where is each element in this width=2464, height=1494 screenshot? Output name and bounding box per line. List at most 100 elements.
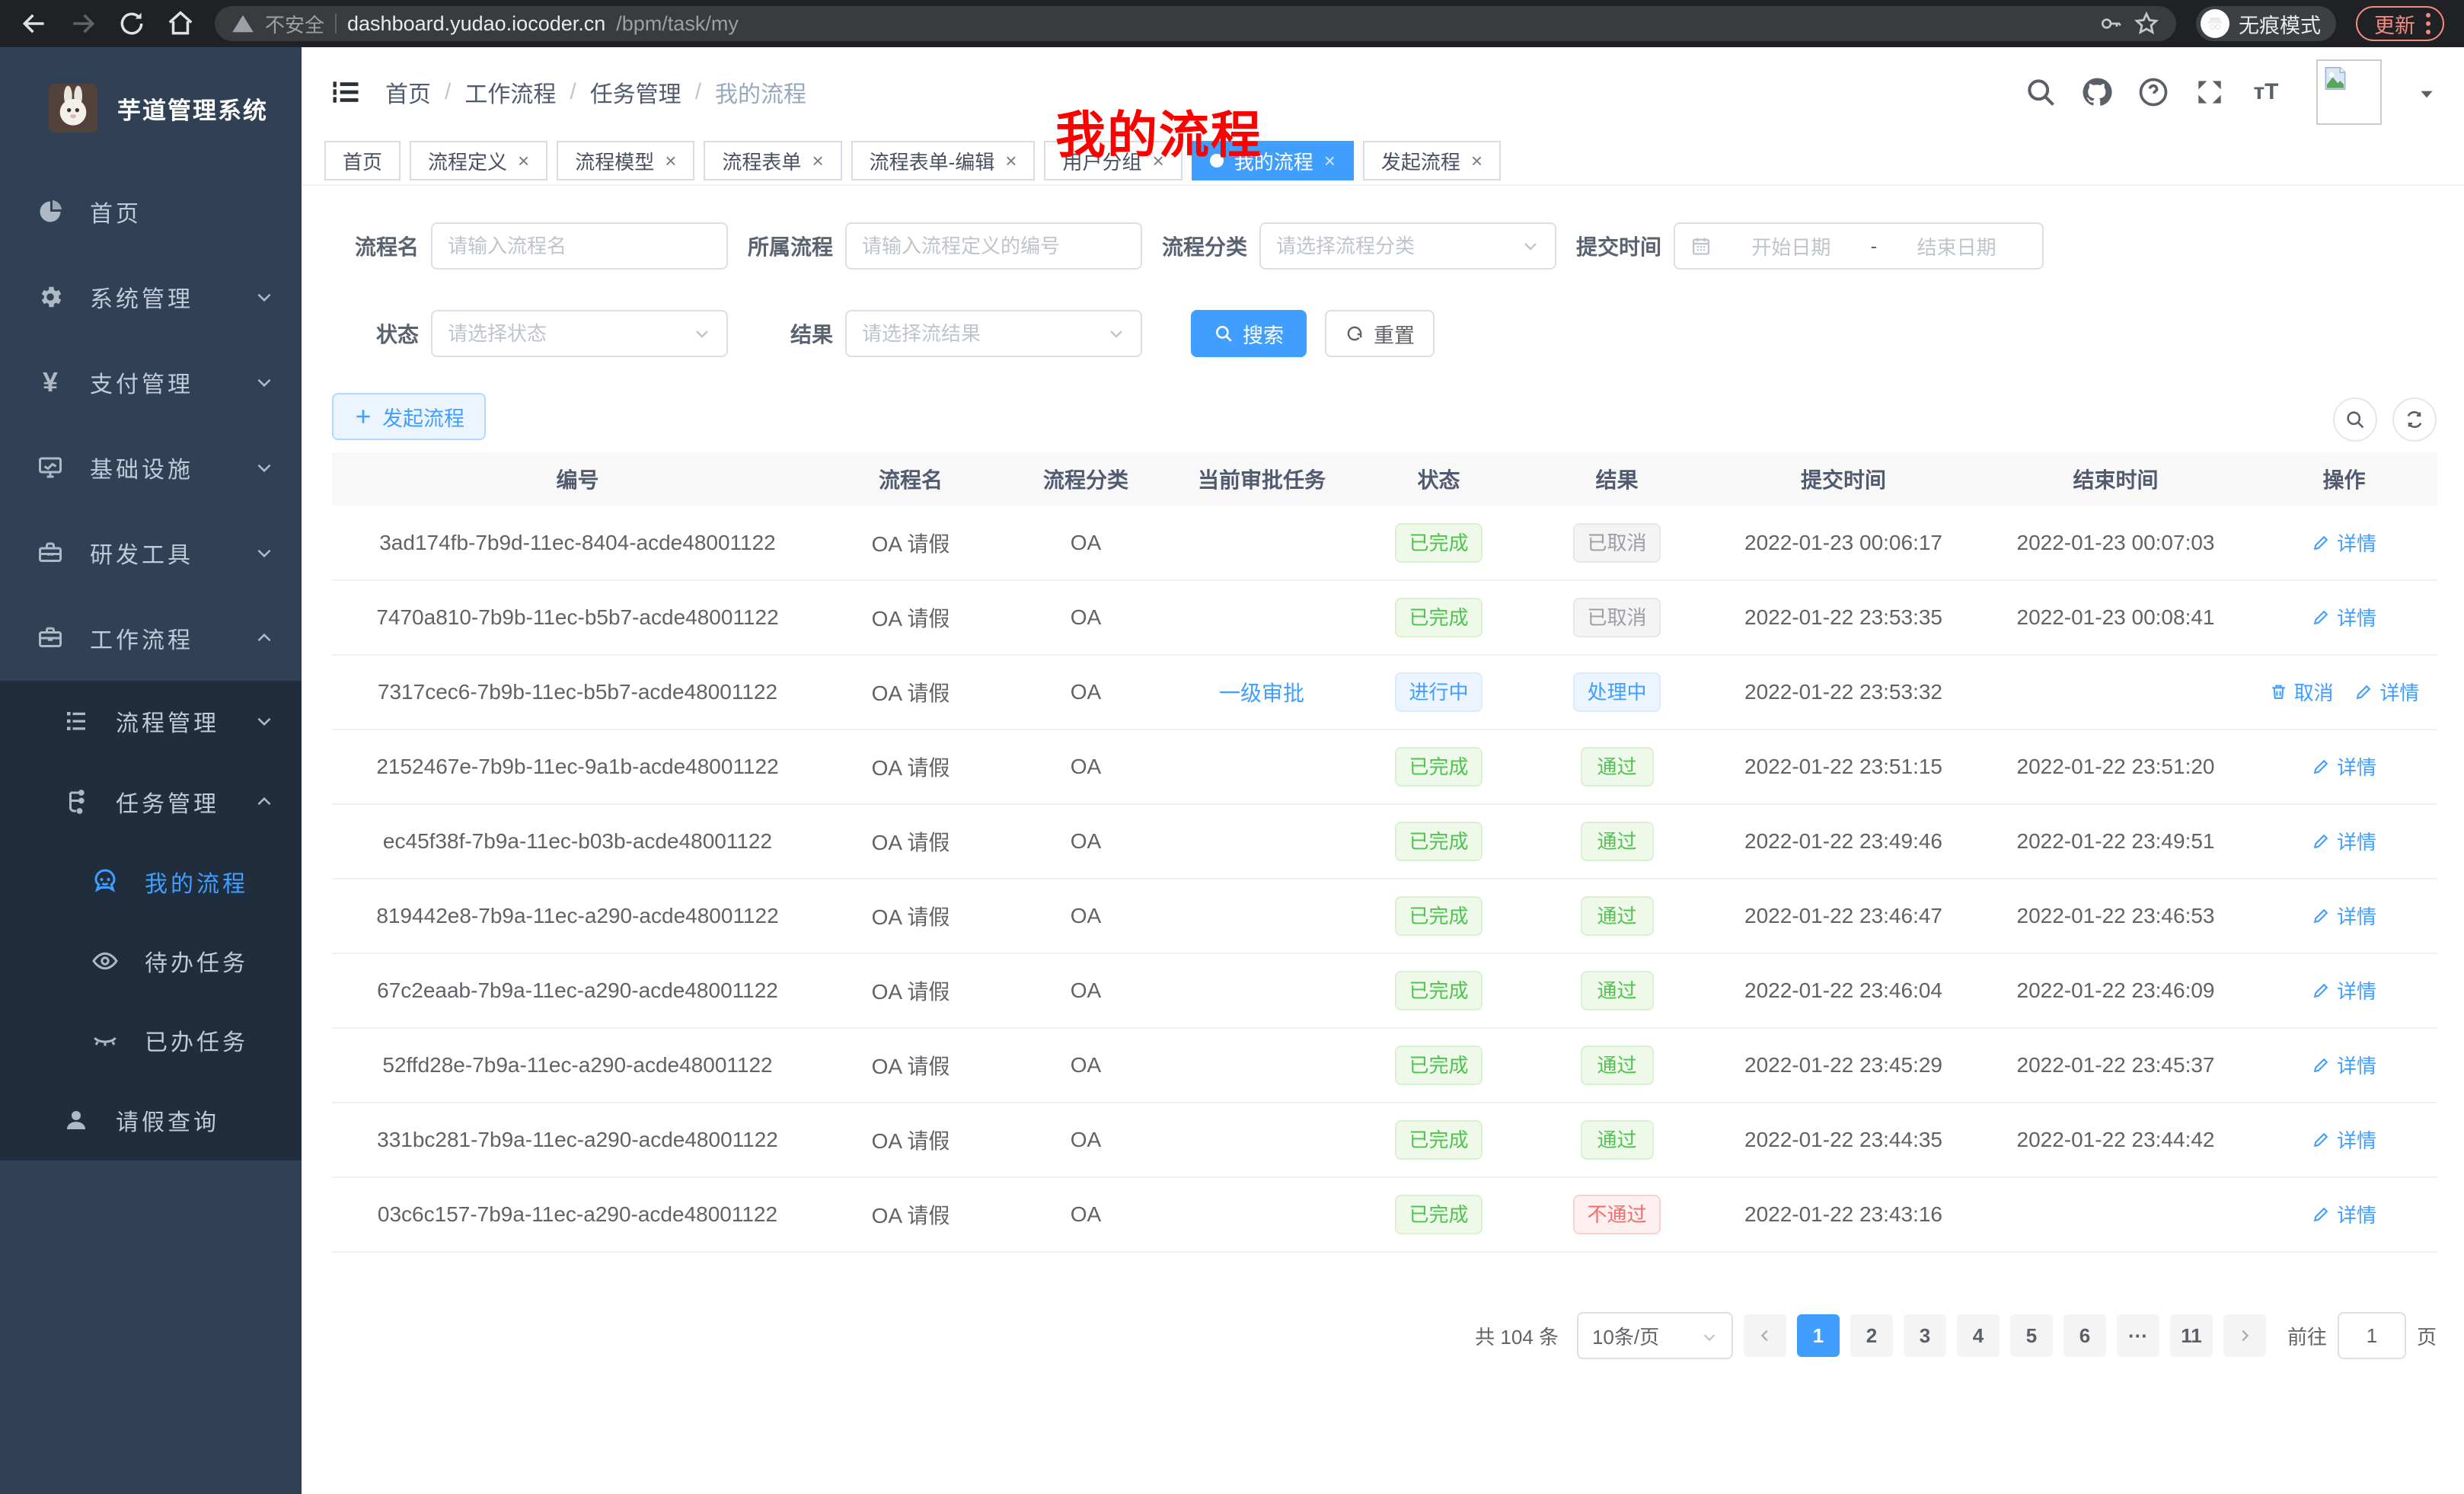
detail-link[interactable]: 详情 [2312, 827, 2376, 855]
cell-category: OA [998, 1028, 1173, 1103]
status-select[interactable] [431, 310, 728, 357]
breadcrumb-home[interactable]: 首页 [385, 75, 431, 109]
page-button[interactable]: 2 [1850, 1314, 1893, 1357]
detail-link[interactable]: 详情 [2312, 1051, 2376, 1079]
page-size-select[interactable]: 10条/页 [1577, 1312, 1733, 1359]
sidebar-item-task-mgmt[interactable]: 任务管理 [0, 761, 302, 842]
chevron-down-icon [1107, 324, 1125, 343]
close-icon[interactable]: × [1324, 149, 1336, 173]
sidebar-item-system[interactable]: 系统管理 [0, 254, 302, 340]
github-icon[interactable] [2080, 75, 2114, 109]
sidebar-item-leave-query[interactable]: 请假查询 [0, 1080, 302, 1160]
detail-link[interactable]: 详情 [2354, 678, 2419, 706]
sidebar-item-done-tasks[interactable]: 已办任务 [0, 1001, 302, 1080]
chevron-down-icon [254, 372, 274, 392]
detail-link[interactable]: 详情 [2312, 752, 2376, 781]
page-button[interactable]: 1 [1797, 1314, 1840, 1357]
page-ellipsis[interactable]: ··· [2117, 1314, 2159, 1357]
close-icon[interactable]: × [812, 149, 823, 173]
home-icon[interactable] [166, 9, 195, 38]
page-button[interactable]: 5 [2010, 1314, 2053, 1357]
table-header-row: 编号 流程名 流程分类 当前审批任务 状态 结果 提交时间 结束时间 操作 [332, 452, 2437, 506]
owner-process-input[interactable] [845, 222, 1142, 270]
address-bar[interactable]: 不安全 dashboard.yudao.iocoder.cn/bpm/task/… [215, 6, 2176, 41]
result-badge: 已取消 [1573, 523, 1660, 563]
category-select[interactable] [1259, 222, 1556, 270]
page-button[interactable]: 11 [2170, 1314, 2213, 1357]
sidebar-item-devtools[interactable]: 研发工具 [0, 510, 302, 595]
status-badge: 已完成 [1395, 1120, 1482, 1160]
sidebar-item-infra[interactable]: 基础设施 [0, 425, 302, 510]
goto-page-input[interactable] [2338, 1312, 2406, 1359]
back-icon[interactable] [20, 9, 49, 38]
incognito-badge: 无痕模式 [2196, 6, 2336, 41]
process-table: 编号 流程名 流程分类 当前审批任务 状态 结果 提交时间 结束时间 操作 3a… [332, 452, 2437, 1253]
col-actions: 操作 [2251, 452, 2437, 506]
refresh-table-button[interactable] [2392, 397, 2437, 442]
reload-icon[interactable] [117, 9, 146, 38]
fullscreen-icon[interactable] [2193, 75, 2226, 109]
avatar-caret-icon[interactable] [2417, 85, 2437, 100]
result-select[interactable] [845, 310, 1142, 357]
search-icon[interactable] [2024, 75, 2057, 109]
bookmark-star-icon[interactable] [2134, 11, 2159, 37]
tab-process-form-edit[interactable]: 流程表单-编辑× [851, 141, 1036, 180]
forward-icon[interactable] [69, 9, 97, 38]
breadcrumb-task-mgmt[interactable]: 任务管理 [590, 75, 681, 109]
close-icon[interactable]: × [518, 149, 529, 173]
detail-link[interactable]: 详情 [2312, 1200, 2376, 1228]
close-icon[interactable]: × [1471, 149, 1483, 173]
sidebar-logo-row: 芋道管理系统 [0, 47, 302, 169]
font-size-icon[interactable]: тТ [2249, 75, 2283, 109]
close-icon[interactable]: × [665, 149, 676, 173]
table-row: 7470a810-7b9b-11ec-b5b7-acde48001122 OA … [332, 580, 2437, 655]
cell-id: 331bc281-7b9a-11ec-a290-acde48001122 [332, 1103, 823, 1177]
sidebar-item-workflow[interactable]: 工作流程 [0, 595, 302, 681]
search-button[interactable]: 搜索 [1191, 310, 1307, 357]
tab-home[interactable]: 首页 [324, 141, 401, 180]
cancel-link[interactable]: 取消 [2269, 678, 2334, 706]
browser-menu-icon[interactable] [2426, 13, 2430, 34]
update-button[interactable]: 更新 [2356, 6, 2444, 41]
help-icon[interactable] [2137, 75, 2170, 109]
url-host[interactable]: dashboard.yudao.iocoder.cn [347, 12, 605, 36]
page-button[interactable]: 6 [2063, 1314, 2106, 1357]
tab-process-form[interactable]: 流程表单× [704, 141, 841, 180]
avatar[interactable] [2316, 59, 2382, 125]
update-label[interactable]: 更新 [2374, 9, 2415, 39]
sidebar-item-todo-tasks[interactable]: 待办任务 [0, 921, 302, 1001]
date-end-placeholder[interactable]: 结束日期 [1886, 232, 2027, 260]
monitor-icon [37, 454, 64, 481]
prev-page-button[interactable] [1744, 1314, 1786, 1357]
date-range-picker[interactable]: 开始日期 - 结束日期 [1674, 222, 2044, 270]
tab-process-definition[interactable]: 流程定义× [410, 141, 547, 180]
toggle-search-button[interactable] [2333, 397, 2377, 442]
process-name-input[interactable] [431, 222, 728, 270]
reset-button[interactable]: 重置 [1325, 310, 1435, 357]
table-row: 819442e8-7b9a-11ec-a290-acde48001122 OA … [332, 879, 2437, 953]
sidebar-item-payment[interactable]: ¥ 支付管理 [0, 340, 302, 425]
detail-link[interactable]: 详情 [2312, 976, 2376, 1004]
briefcase-icon [37, 624, 64, 652]
cell-submit-time: 2022-01-22 23:43:16 [1706, 1177, 1980, 1252]
sidebar-item-my-process[interactable]: 我的流程 [0, 842, 302, 921]
password-key-icon[interactable] [2099, 11, 2123, 36]
create-process-button[interactable]: 发起流程 [332, 393, 486, 440]
detail-link[interactable]: 详情 [2312, 1125, 2376, 1154]
next-page-button[interactable] [2223, 1314, 2266, 1357]
date-start-placeholder[interactable]: 开始日期 [1721, 232, 1862, 260]
detail-link[interactable]: 详情 [2312, 528, 2376, 557]
breadcrumb-workflow[interactable]: 工作流程 [464, 75, 556, 109]
sidebar-item-process-mgmt[interactable]: 流程管理 [0, 681, 302, 761]
menu-fold-icon[interactable] [329, 75, 362, 109]
detail-link[interactable]: 详情 [2312, 603, 2376, 631]
tab-process-model[interactable]: 流程模型× [557, 141, 694, 180]
page-button[interactable]: 4 [1957, 1314, 2000, 1357]
current-task-link[interactable]: 一级审批 [1219, 682, 1304, 705]
close-icon[interactable]: × [1005, 149, 1017, 173]
tab-start-process[interactable]: 发起流程× [1363, 141, 1501, 180]
detail-link[interactable]: 详情 [2312, 902, 2376, 930]
security-label[interactable]: 不安全 [265, 10, 324, 38]
sidebar-item-home[interactable]: 首页 [0, 169, 302, 254]
page-button[interactable]: 3 [1904, 1314, 1946, 1357]
